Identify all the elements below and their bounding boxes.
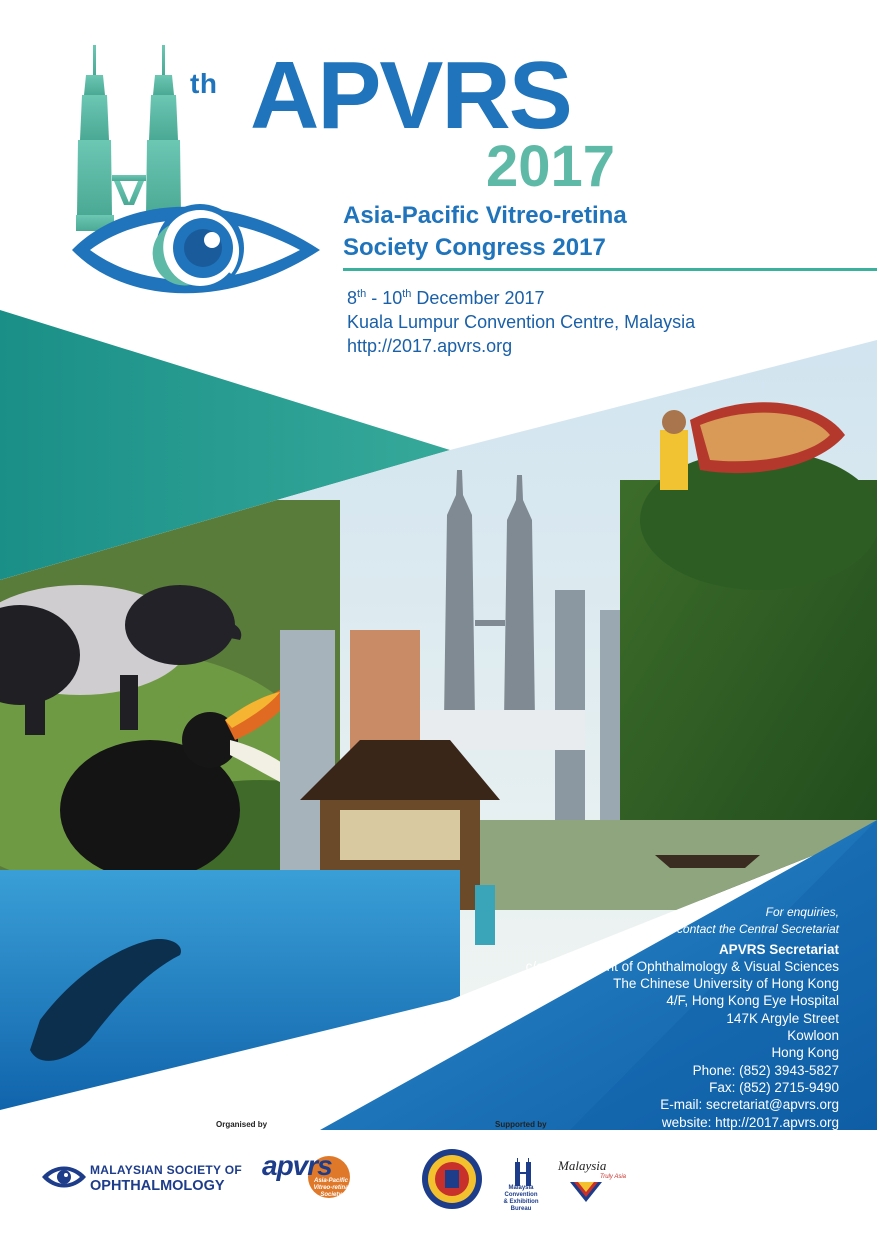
website-link[interactable]: website: http://2017.apvrs.org	[419, 1114, 839, 1131]
date-start-suffix: th	[357, 288, 367, 300]
supported-by-label: Supported by	[495, 1120, 547, 1129]
event-title: Asia-Pacific Vitreo-retina Society Congr…	[343, 200, 627, 264]
email-link[interactable]: E-mail: secretariat@apvrs.org	[419, 1096, 839, 1113]
event-acronym: APVRS	[250, 42, 573, 149]
left-tower-icon	[76, 45, 114, 231]
phone: Phone: (852) 3943-5827	[692, 1062, 839, 1078]
address-line: Hong Kong	[771, 1045, 839, 1061]
poster: th APVRS 2017 Asia-Pacific Vitreo-retina…	[0, 0, 877, 1240]
secretariat-name: APVRS Secretariat	[718, 941, 839, 957]
address-line: 4/F, Hong Kong Eye Hospital	[666, 993, 839, 1009]
myceb-line4: Bureau	[510, 1206, 532, 1212]
event-year: 2017	[486, 134, 616, 199]
tourism-fan-icon	[570, 1182, 602, 1202]
myceb-towers-icon	[515, 1158, 531, 1186]
ministry-tourism-seal-icon	[422, 1149, 482, 1209]
myceb-line1: Malaysia	[508, 1185, 534, 1191]
mso-eye-logo-icon	[42, 1166, 86, 1188]
address-line: c/o Department of Ophthalmology & Visual…	[525, 958, 839, 974]
event-title-line2: Society Congress 2017	[343, 234, 606, 261]
header-divider	[343, 268, 877, 271]
enquiry-line1: For enquiries,	[765, 905, 839, 919]
apvrs-society-logo: apvrs Asia-Pacific Vitreo-retina Society	[262, 1146, 352, 1202]
address-line: Kowloon	[787, 1028, 839, 1044]
mso-logo-text: MALAYSIAN SOCIETY OF OPHTHALMOLOGY	[90, 1162, 242, 1194]
address-line: The Chinese University of Hong Kong	[613, 976, 839, 992]
apvrs-logo-sub2: Vitreo-retina	[313, 1185, 349, 1191]
fax: Fax: (852) 2715-9490	[709, 1079, 839, 1095]
myceb-text: Malaysia Convention & Exhibition Bureau	[496, 1185, 546, 1213]
malaysia-truly-asia-logo: Malaysia Truly Asia	[556, 1158, 638, 1206]
enquiry-line2: please contact the Central Secretariat	[638, 922, 839, 937]
mso-line1: MALAYSIAN SOCIETY OF	[90, 1163, 243, 1177]
myceb-line3: & Exhibition	[503, 1199, 539, 1205]
address-line: 147K Argyle Street	[726, 1010, 839, 1026]
event-title-line1: Asia-Pacific Vitreo-retina	[343, 202, 627, 229]
tourism-word: Malaysia	[558, 1158, 607, 1173]
myceb-line2: Convention	[504, 1192, 538, 1198]
apvrs-logo-sub3: Society	[320, 1192, 342, 1198]
myceb-logo: Malaysia Convention & Exhibition Bureau	[496, 1158, 546, 1214]
apvrs-logo-sub1: Asia-Pacific	[313, 1178, 349, 1184]
organised-by-label: Organised by	[216, 1120, 268, 1129]
ordinal-suffix: th	[190, 68, 218, 99]
apvrs-logo-sub: Asia-Pacific Vitreo-retina Society	[312, 1178, 350, 1199]
right-tower-icon	[145, 45, 183, 231]
skybridge-icon	[112, 175, 146, 205]
mso-line2: OPHTHALMOLOGY	[90, 1178, 225, 1194]
contact-info: For enquiries, please contact the Centra…	[419, 904, 839, 1131]
